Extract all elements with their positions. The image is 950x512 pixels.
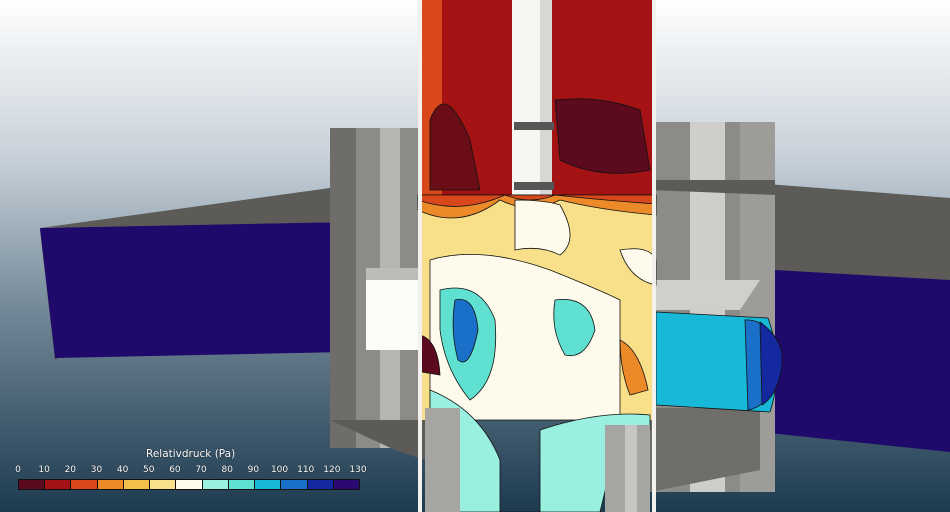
legend-swatch-1	[45, 480, 72, 489]
legend-tick-80: 80	[221, 465, 233, 475]
legend-swatch-6	[176, 480, 203, 489]
legend-swatch-3	[97, 480, 124, 489]
legend-swatch-9	[255, 480, 282, 489]
legend-tick-labels: 0 10 20 30 40 50 60 70 80 90 100 110 120 130	[15, 465, 367, 477]
legend-tick-130: 130	[349, 465, 367, 475]
legend-tick-40: 40	[116, 465, 129, 475]
legend-swatch-11	[307, 480, 334, 489]
legend-title: Relativdruck (Pa)	[146, 448, 236, 460]
legend-swatch-10	[281, 480, 308, 489]
lower-left-wall	[425, 408, 460, 512]
legend-tick-60: 60	[169, 465, 181, 475]
legend-tick-120: 120	[323, 465, 341, 475]
legend-swatch-5	[150, 480, 177, 489]
legend-tick-90: 90	[247, 465, 260, 475]
legend-tick-100: 100	[270, 465, 289, 475]
legend-tick-110: 110	[297, 465, 315, 475]
pressure-field-render	[40, 0, 950, 512]
legend-tick-30: 30	[90, 465, 103, 475]
legend-swatch-0	[19, 480, 46, 489]
legend-swatch-4	[123, 480, 151, 489]
legend-tick-50: 50	[143, 465, 155, 475]
left-inlet-opening	[366, 268, 418, 350]
left-pipe-top-face	[40, 188, 345, 228]
legend-swatch-2	[71, 480, 98, 489]
color-legend: Relativdruck (Pa) 0 10 20 30 40 50 60 70 80 90 100…	[15, 448, 367, 492]
legend-swatch-7	[202, 480, 229, 489]
legend-swatch-12	[333, 480, 360, 489]
legend-swatch-8	[228, 480, 256, 489]
legend-tick-10: 10	[38, 465, 50, 475]
legend-tick-0: 0	[15, 465, 21, 475]
legend-tick-20: 20	[64, 465, 77, 475]
render-viewport[interactable]: Relativdruck (Pa) 0 10 20 30 40 50 60 70 80 90 100…	[0, 0, 950, 512]
left-pipe-side	[40, 222, 345, 358]
legend-color-bar	[18, 479, 360, 490]
legend-tick-70: 70	[195, 465, 207, 475]
